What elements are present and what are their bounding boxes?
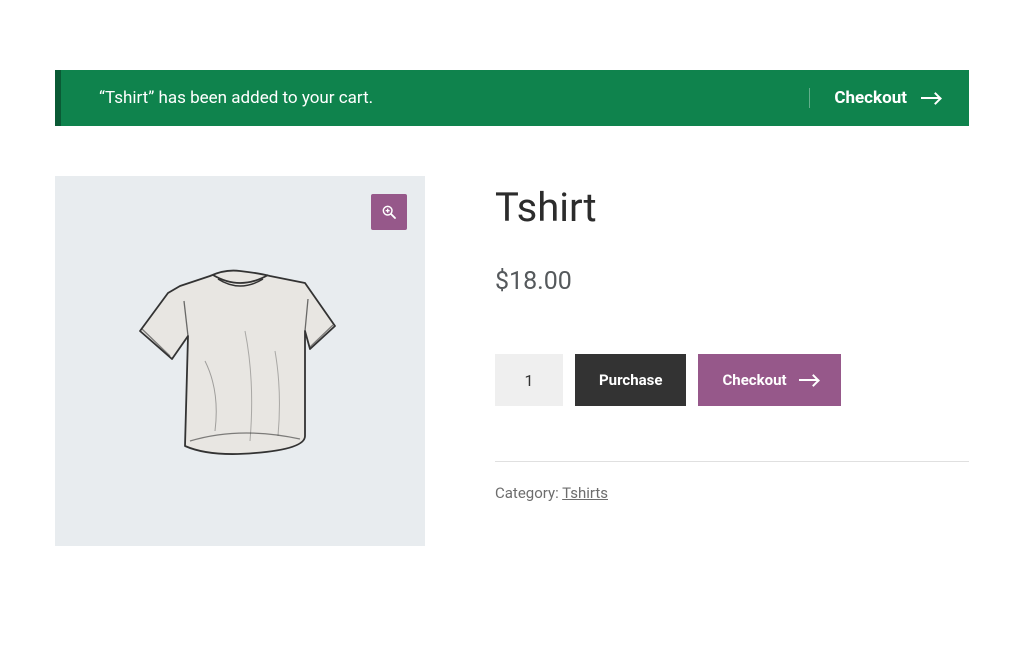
purchase-row: Purchase Checkout [495,354,969,406]
purchase-button-label: Purchase [599,371,662,389]
category-link[interactable]: Tshirts [562,484,608,502]
product-container: Tshirt $18.00 Purchase Checkout Category… [55,176,969,546]
product-details: Tshirt $18.00 Purchase Checkout Category… [495,176,969,546]
product-image[interactable] [55,176,425,546]
purchase-button[interactable]: Purchase [575,354,686,406]
notice-message: “Tshirt” has been added to your cart. [99,88,373,108]
quantity-input[interactable] [495,354,563,406]
zoom-in-icon [381,204,397,220]
category-label: Category: [495,484,562,502]
product-title: Tshirt [495,184,969,231]
notice-checkout-link[interactable]: Checkout [809,88,939,108]
arrow-right-icon [921,97,939,99]
tshirt-illustration [110,231,370,491]
notice-checkout-label: Checkout [834,88,907,108]
product-price: $18.00 [495,267,969,296]
product-meta: Category: Tshirts [495,461,969,502]
added-to-cart-notice: “Tshirt” has been added to your cart. Ch… [55,70,969,126]
arrow-right-icon [799,379,817,381]
zoom-button[interactable] [371,194,407,230]
checkout-button[interactable]: Checkout [698,354,840,406]
checkout-button-label: Checkout [722,371,786,389]
